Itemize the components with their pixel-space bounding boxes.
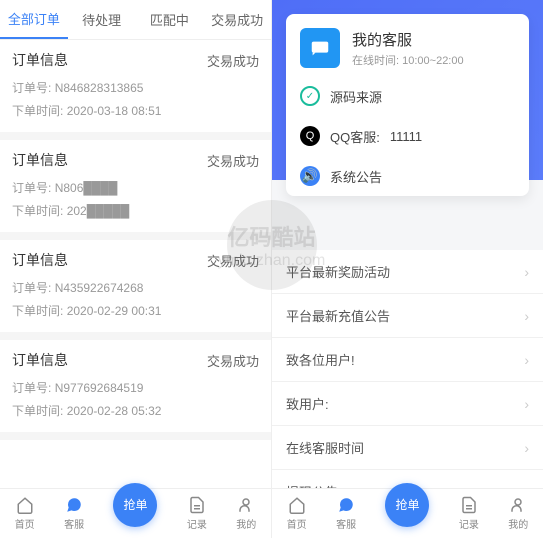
service-announce[interactable]: 🔊系统公告	[286, 156, 529, 196]
user-icon	[237, 496, 255, 514]
service-online: 在线时间: 10:00~22:00	[352, 52, 464, 68]
nav-mine[interactable]: 我的	[236, 496, 256, 531]
service-source[interactable]: ✓源码来源	[286, 76, 529, 116]
order-item[interactable]: 订单信息交易成功 订单号: N977692684519 下单时间: 2020-0…	[0, 340, 271, 440]
chevron-right-icon: ›	[524, 440, 529, 456]
list-icon	[188, 496, 206, 514]
order-item[interactable]: 订单信息交易成功 订单号: N806████ 下单时间: 202█████	[0, 140, 271, 240]
menu-item-users2[interactable]: 致用户:›	[272, 382, 543, 426]
order-title: 订单信息	[12, 50, 68, 70]
menu-item-topup[interactable]: 平台最新充值公告›	[272, 294, 543, 338]
chevron-right-icon: ›	[524, 396, 529, 412]
order-item[interactable]: 订单信息 交易成功 订单号: N846828313865 下单时间: 2020-0…	[0, 40, 271, 140]
nav-record[interactable]: 记录	[187, 496, 207, 531]
home-icon	[16, 496, 34, 514]
service-card: 我的客服 在线时间: 10:00~22:00 ✓源码来源 QQQ客服: 1111…	[286, 14, 529, 196]
chevron-right-icon: ›	[524, 352, 529, 368]
menu-item-users1[interactable]: 致各位用户!›	[272, 338, 543, 382]
chat-icon	[65, 496, 83, 514]
user-icon	[509, 496, 527, 514]
chevron-right-icon: ›	[524, 264, 529, 280]
chevron-right-icon: ›	[524, 308, 529, 324]
home-icon	[288, 496, 306, 514]
nav-service[interactable]: 客服	[64, 496, 84, 531]
tab-matching[interactable]: 匹配中	[136, 0, 204, 39]
circle-icon: ✓	[300, 86, 320, 106]
order-list: 订单信息 交易成功 订单号: N846828313865 下单时间: 2020-0…	[0, 40, 271, 488]
speaker-icon: 🔊	[300, 166, 320, 186]
order-item[interactable]: 订单信息交易成功 订单号: N435922674268 下单时间: 2020-0…	[0, 240, 271, 340]
tab-pending[interactable]: 待处理	[68, 0, 136, 39]
service-qq[interactable]: QQQ客服: 11111	[286, 116, 529, 156]
nav-home[interactable]: 首页	[287, 496, 307, 531]
order-tabs: 全部订单 待处理 匹配中 交易成功	[0, 0, 271, 40]
service-title: 我的客服	[352, 29, 464, 50]
menu-item-reward[interactable]: 平台最新奖励活动›	[272, 250, 543, 294]
list-icon	[460, 496, 478, 514]
qq-icon: Q	[300, 126, 320, 146]
nav-fab-grab[interactable]: 抢单	[385, 483, 429, 527]
nav-fab-grab[interactable]: 抢单	[113, 483, 157, 527]
nav-service[interactable]: 客服	[336, 496, 356, 531]
chat-icon	[337, 496, 355, 514]
bottom-nav: 首页 客服 抢单 记录 我的	[272, 488, 543, 538]
bottom-nav: 首页 客服 抢单 记录 我的	[0, 488, 271, 538]
nav-record[interactable]: 记录	[459, 496, 479, 531]
menu-item-online[interactable]: 在线客服时间›	[272, 426, 543, 470]
hero-banner: 我的客服 在线时间: 10:00~22:00 ✓源码来源 QQQ客服: 1111…	[272, 0, 543, 180]
nav-home[interactable]: 首页	[15, 496, 35, 531]
chat-bubble-icon	[300, 28, 340, 68]
tab-success[interactable]: 交易成功	[203, 0, 271, 39]
order-status: 交易成功	[207, 51, 259, 70]
nav-mine[interactable]: 我的	[508, 496, 528, 531]
order-time: 下单时间: 2020-03-18 08:51	[12, 99, 259, 122]
tab-all[interactable]: 全部订单	[0, 0, 68, 39]
order-no: 订单号: N846828313865	[12, 76, 259, 99]
